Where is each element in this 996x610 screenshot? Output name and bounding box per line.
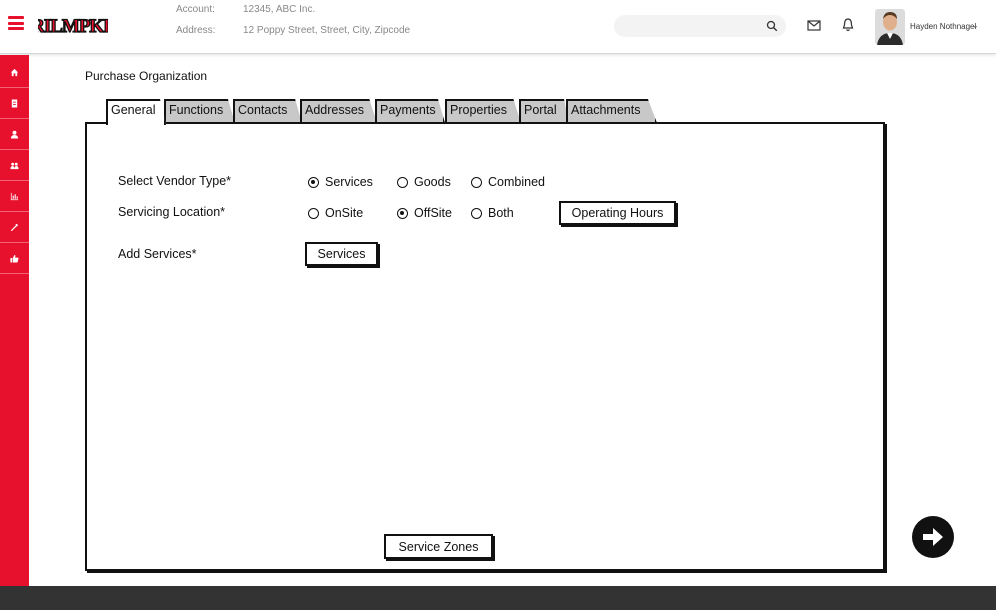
tab-contacts[interactable]: Contacts [233, 99, 302, 123]
sidebar-item-group[interactable] [0, 150, 29, 181]
servicing-location-label: Servicing Location* [118, 205, 226, 219]
radio-selected-icon [397, 207, 408, 219]
service-zones-button[interactable]: Service Zones [384, 534, 493, 559]
vendor-type-goods-radio[interactable]: Goods [397, 175, 451, 189]
home-icon [10, 68, 19, 76]
location-onsite-radio[interactable]: OnSite [308, 206, 363, 220]
location-offsite-radio[interactable]: OffSite [397, 206, 452, 220]
vendor-type-services-radio[interactable]: Services [308, 175, 373, 189]
user-icon [10, 130, 19, 139]
sidebar-item-feedback[interactable] [0, 243, 29, 274]
notification-bell-icon[interactable] [840, 17, 856, 33]
tab-properties[interactable]: Properties [445, 99, 521, 123]
search-input[interactable] [624, 17, 764, 35]
thumbs-up-icon [10, 254, 19, 263]
general-tab-panel: Select Vendor Type* Services Goods Combi… [85, 122, 885, 571]
sidebar-item-documents[interactable] [0, 88, 29, 119]
sidebar-item-user[interactable] [0, 119, 29, 150]
tools-icon [10, 223, 19, 231]
account-label: Account: [176, 4, 215, 15]
location-both-radio[interactable]: Both [471, 206, 514, 220]
address-label: Address: [176, 25, 216, 36]
tab-functions[interactable]: Functions [164, 99, 235, 123]
vendor-type-combined-radio[interactable]: Combined [471, 175, 545, 189]
tab-attachments[interactable]: Attachments [566, 99, 657, 123]
arrow-right-icon [923, 528, 943, 546]
services-button[interactable]: Services [305, 242, 378, 266]
radio-unselected-icon [471, 176, 482, 188]
search-icon[interactable] [766, 20, 778, 32]
chevron-down-icon[interactable]: ⌄ [972, 21, 979, 30]
next-step-button[interactable] [912, 516, 954, 558]
address-value: 12 Poppy Street, Street, City, Zipcode [243, 25, 411, 36]
document-icon [11, 98, 18, 108]
tab-addresses[interactable]: Addresses [300, 99, 377, 123]
radio-unselected-icon [397, 176, 408, 188]
sidebar [0, 55, 29, 586]
user-avatar[interactable] [875, 9, 905, 45]
svg-text:RILMPKE: RILMPKE [38, 16, 108, 37]
radio-selected-icon [308, 176, 319, 188]
chart-icon [10, 192, 19, 200]
radio-unselected-icon [471, 207, 482, 219]
user-name[interactable]: Hayden Nothnagel [910, 22, 976, 31]
vendor-type-label: Select Vendor Type* [118, 174, 232, 188]
footer-bar [0, 586, 996, 610]
group-icon [10, 162, 19, 169]
account-value: 12345, ABC Inc. [243, 4, 316, 15]
page-title: Purchase Organization [85, 69, 208, 83]
top-header: RILMPKE Account: 12345, ABC Inc. Address… [0, 0, 996, 54]
company-logo[interactable]: RILMPKE [38, 9, 108, 41]
sidebar-item-reports[interactable] [0, 181, 29, 212]
sidebar-item-home[interactable] [0, 57, 29, 88]
mail-icon[interactable] [806, 17, 822, 33]
operating-hours-button[interactable]: Operating Hours [559, 201, 676, 225]
radio-unselected-icon [308, 207, 319, 219]
tab-payments[interactable]: Payments [375, 99, 445, 123]
add-services-label: Add Services* [118, 247, 197, 261]
hamburger-menu-icon[interactable] [8, 15, 24, 31]
tab-general[interactable]: General [106, 99, 166, 125]
search-box [614, 15, 786, 37]
tab-portal[interactable]: Portal [519, 99, 569, 123]
sidebar-item-tools[interactable] [0, 212, 29, 243]
